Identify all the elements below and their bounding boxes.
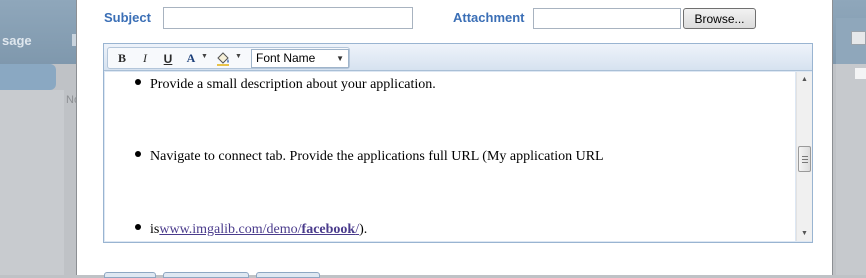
background-sidebar-button: [0, 64, 56, 90]
chevron-down-icon: ▼: [336, 54, 344, 63]
editor-content[interactable]: Provide a small description about your a…: [105, 72, 795, 241]
compose-dialog: Subject Attachment Browse... B I U A ▼ ▼: [76, 0, 833, 278]
list-item-text: Navigate to connect tab. Provide the app…: [150, 149, 604, 164]
vertical-scrollbar[interactable]: ▲ ▼: [796, 72, 812, 241]
background-right-block: [855, 68, 866, 79]
scrollbar-thumb[interactable]: [798, 146, 811, 172]
toolbar-group: B I U A ▼ ▼ Font Name ▼: [107, 47, 350, 69]
font-color-button[interactable]: A: [184, 50, 198, 67]
background-sidebar: [0, 90, 64, 275]
underline-button[interactable]: U: [161, 50, 175, 67]
browse-button[interactable]: Browse...: [683, 8, 756, 29]
subject-input[interactable]: [163, 7, 413, 29]
scroll-down-icon[interactable]: ▼: [797, 226, 812, 240]
list-item-suffix: ).: [359, 222, 368, 237]
highlight-dropdown-icon[interactable]: ▼: [235, 53, 242, 60]
dialog-button-1[interactable]: [104, 272, 156, 278]
list-item: is www.imgalib.com/demo/facebook/).: [135, 222, 367, 238]
editor-toolbar: B I U A ▼ ▼ Font Name ▼: [104, 44, 812, 71]
attachment-file-input[interactable]: [533, 8, 681, 29]
bullet-icon: [135, 151, 141, 157]
scroll-up-icon[interactable]: ▲: [797, 72, 812, 86]
bullet-icon: [135, 79, 141, 85]
background-right-checkbox: [851, 31, 866, 45]
attachment-label: Attachment: [453, 10, 525, 25]
font-color-dropdown-icon[interactable]: ▼: [201, 53, 208, 60]
background-right-panel: [836, 64, 866, 275]
bold-button[interactable]: B: [115, 50, 129, 67]
bullet-icon: [135, 224, 141, 230]
url-part-bold: facebook: [301, 222, 356, 237]
background-tab-label: sage: [2, 33, 32, 48]
subject-label: Subject: [104, 10, 151, 25]
font-name-select[interactable]: Font Name ▼: [251, 49, 349, 68]
italic-button[interactable]: I: [138, 50, 152, 67]
list-item-prefix: is: [150, 222, 160, 237]
list-item: Provide a small description about your a…: [135, 77, 436, 93]
dialog-button-2[interactable]: [163, 272, 249, 278]
dialog-button-3[interactable]: [256, 272, 320, 278]
paint-bucket-icon[interactable]: [214, 50, 232, 67]
list-item-text: Provide a small description about your a…: [150, 77, 436, 92]
rich-text-editor: B I U A ▼ ▼ Font Name ▼ Provide a small …: [103, 43, 813, 243]
application-url-link[interactable]: www.imgalib.com/demo/facebook/: [159, 222, 359, 238]
url-part: www.imgalib.com/demo/: [159, 222, 302, 237]
font-name-value: Font Name: [256, 51, 316, 65]
list-item: Navigate to connect tab. Provide the app…: [135, 149, 604, 165]
